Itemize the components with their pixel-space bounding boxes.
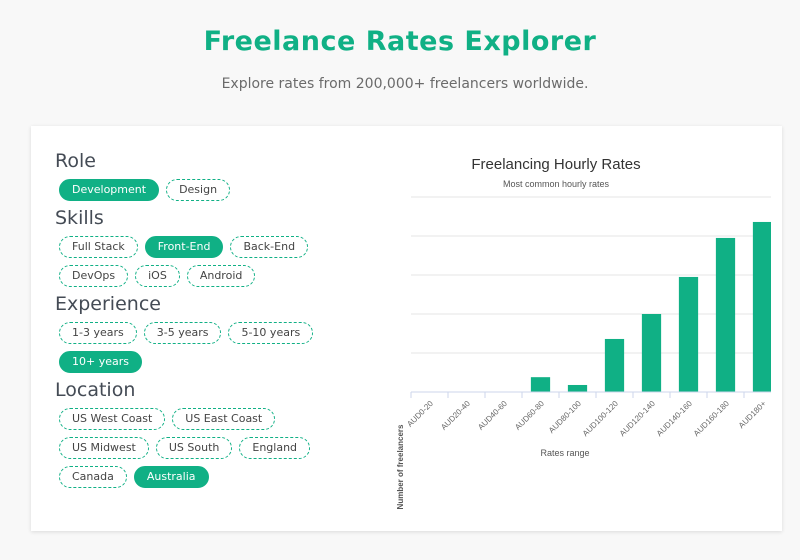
x-tick-label: AUD0-20	[405, 399, 435, 429]
x-tick-label: AUD120-140	[618, 399, 657, 438]
filter-chip-group: Full Stack Front-End Back-End DevOps iOS Andr…	[59, 236, 325, 287]
filter-group-title: Experience	[55, 293, 161, 315]
explorer-card: Role Development Design Skills Full Stack Fro…	[31, 126, 782, 531]
filter-chip-android[interactable]: Android	[186, 265, 256, 287]
filter-chip-development[interactable]: Development	[59, 179, 160, 201]
filter-group-title: Role	[55, 150, 96, 172]
bar-aud140-160[interactable]	[678, 276, 699, 392]
filter-chip-10-years[interactable]: 10+ years	[59, 351, 142, 373]
rates-chart: Freelancing Hourly Rates Most common hou…	[351, 146, 782, 526]
bar-aud180-plus[interactable]	[752, 221, 773, 392]
bars	[530, 221, 773, 392]
page-title: Freelance Rates Explorer	[203, 26, 597, 57]
x-axis-label: Rates range	[540, 448, 589, 458]
filter-chip-us-east-coast[interactable]: US East Coast	[172, 408, 276, 430]
bar-aud60-80[interactable]	[530, 377, 551, 392]
filter-chip-ios[interactable]: iOS	[135, 265, 180, 287]
filter-chip-design[interactable]: Design	[166, 179, 231, 201]
x-tick-label: AUD140-160	[655, 399, 694, 438]
filter-chip-england[interactable]: England	[239, 437, 311, 459]
y-axis-label: Number of freelancers	[396, 424, 405, 509]
filters-panel: Role Development Design Skills Full Stack Fro…	[55, 150, 325, 494]
filter-chip-front-end[interactable]: Front-End	[144, 236, 224, 258]
filter-group-title: Skills	[55, 207, 104, 229]
chart-title: Freelancing Hourly Rates	[471, 156, 640, 173]
x-axis: AUD0-20 AUD20-40 AUD40-60 AUD60-80 AUD80-100…	[405, 391, 782, 438]
x-tick-label: AUD80-100	[547, 399, 583, 435]
filter-chip-1-3-years[interactable]: 1-3 years	[59, 322, 137, 344]
page-subtitle: Explore rates from 200,000+ freelancers …	[221, 76, 589, 92]
x-tick-label: AUD20-40	[439, 399, 472, 432]
filter-chip-back-end[interactable]: Back-End	[230, 236, 309, 258]
x-tick-label: AUD100-120	[581, 399, 620, 438]
filter-chip-us-south[interactable]: US South	[155, 437, 233, 459]
filter-chip-5-10-years[interactable]: 5-10 years	[228, 322, 314, 344]
filter-chip-us-west-coast[interactable]: US West Coast	[59, 408, 166, 430]
filter-chip-3-5-years[interactable]: 3-5 years	[143, 322, 222, 344]
filter-group-title: Location	[55, 379, 136, 401]
filter-chip-canada[interactable]: Canada	[59, 466, 127, 488]
bar-aud120-140[interactable]	[641, 314, 662, 392]
x-tick-label: AUD160-180	[692, 399, 731, 438]
x-tick-label: AUD40-60	[476, 399, 509, 432]
filter-chip-australia[interactable]: Australia	[133, 466, 209, 488]
filter-chip-full-stack[interactable]: Full Stack	[59, 236, 138, 258]
filter-chip-group: Development Design	[59, 179, 325, 201]
filter-chip-devops[interactable]: DevOps	[59, 265, 129, 287]
chart-subtitle: Most common hourly rates	[503, 179, 610, 189]
bar-aud100-120[interactable]	[604, 338, 625, 392]
bar-aud80-100[interactable]	[567, 384, 588, 392]
x-tick-label: AUD180+	[737, 399, 768, 430]
x-tick-label: AUD60-80	[513, 399, 546, 432]
chart-svg: Freelancing Hourly Rates Most common hou…	[396, 156, 782, 509]
filter-chip-group: US West Coast US East Coast US Midwest US S…	[59, 408, 325, 488]
filter-chip-group: 1-3 years 3-5 years 5-10 years 10+ years	[59, 322, 325, 373]
bar-aud160-180[interactable]	[715, 237, 736, 392]
filter-chip-us-midwest[interactable]: US Midwest	[59, 437, 149, 459]
